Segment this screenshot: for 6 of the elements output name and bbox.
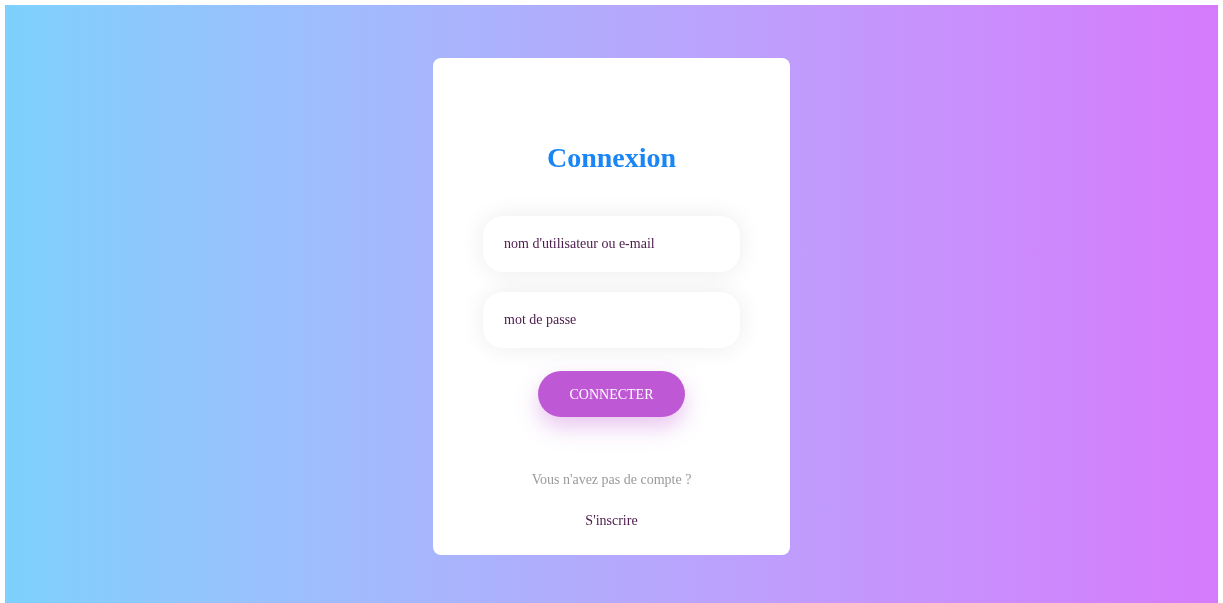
login-title: Connexion (546, 142, 677, 174)
signup-link[interactable]: S'inscrire (585, 510, 638, 531)
input-field[interactable]: nom d'utilisateur ou e-mail (483, 216, 740, 272)
signup-prompt: Vous n'avez pas de compte ? (531, 471, 692, 489)
connect-button[interactable]: CONNECTER (538, 371, 685, 417)
input-field[interactable]: mot de passe (483, 292, 740, 348)
